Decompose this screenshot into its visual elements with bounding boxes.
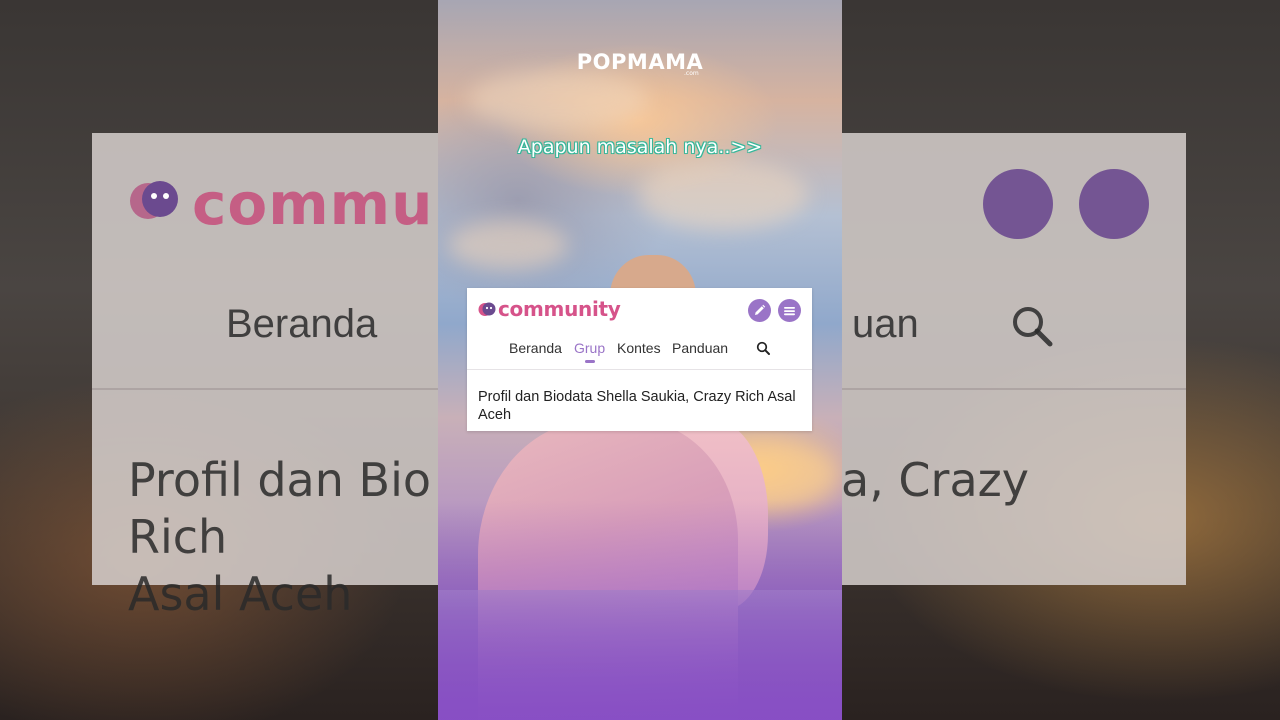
background-title-left: Profil dan Bio bbox=[128, 453, 431, 507]
community-header: community Beranda Grup Kontes Panduan bbox=[467, 288, 812, 370]
nav-beranda[interactable]: Beranda bbox=[509, 340, 562, 356]
background-nav-beranda: Beranda bbox=[226, 302, 378, 346]
nav-grup[interactable]: Grup bbox=[574, 340, 605, 356]
background-logo-icon bbox=[130, 181, 178, 219]
cloud bbox=[638, 160, 808, 230]
video-caption: Apapun masalah nya..>> bbox=[517, 136, 763, 158]
active-tab-indicator bbox=[585, 360, 595, 363]
pencil-icon[interactable] bbox=[748, 299, 771, 322]
purple-overlay bbox=[438, 500, 842, 720]
brand-logo-suffix: .com bbox=[684, 70, 699, 77]
cloud bbox=[448, 220, 568, 270]
background-pencil-icon bbox=[983, 169, 1053, 239]
search-icon[interactable] bbox=[756, 341, 771, 356]
cloud bbox=[468, 70, 648, 130]
background-logo-text: commu bbox=[192, 170, 434, 238]
background-menu-icon bbox=[1079, 169, 1149, 239]
article-title[interactable]: Profil dan Biodata Shella Saukia, Crazy … bbox=[478, 388, 803, 424]
hamburger-menu-icon[interactable] bbox=[778, 299, 801, 322]
community-logo-icon bbox=[478, 302, 496, 316]
nav-kontes[interactable]: Kontes bbox=[617, 340, 661, 356]
brand-logo: POPMAMA bbox=[576, 50, 704, 74]
background-search-icon bbox=[1013, 307, 1053, 347]
nav-panduan[interactable]: Panduan bbox=[672, 340, 728, 356]
background-nav-panduan: uan bbox=[852, 302, 919, 346]
community-card: community Beranda Grup Kontes Panduan Pr… bbox=[467, 288, 812, 431]
background-title-line2: Asal Aceh bbox=[128, 567, 353, 621]
community-logo-text[interactable]: community bbox=[498, 297, 621, 321]
